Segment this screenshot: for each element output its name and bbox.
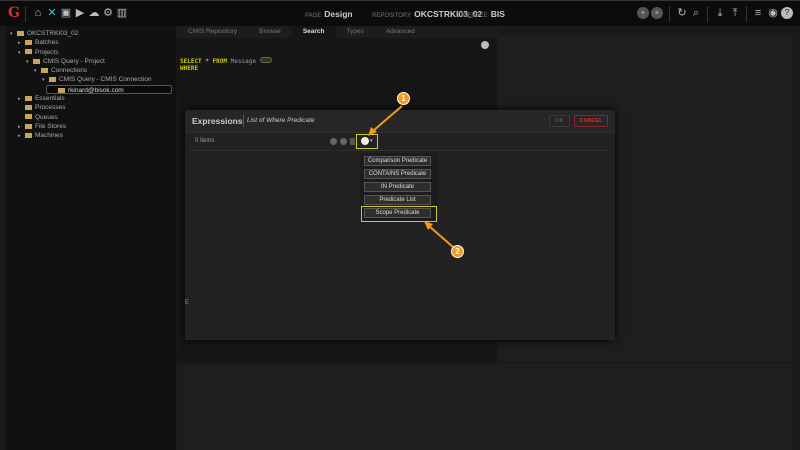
arrow-1 [372,105,403,132]
callout-2: 2 [451,245,464,258]
callout-1: 1 [397,92,410,105]
callout-arrows [368,105,454,248]
arrow-2 [428,225,454,248]
